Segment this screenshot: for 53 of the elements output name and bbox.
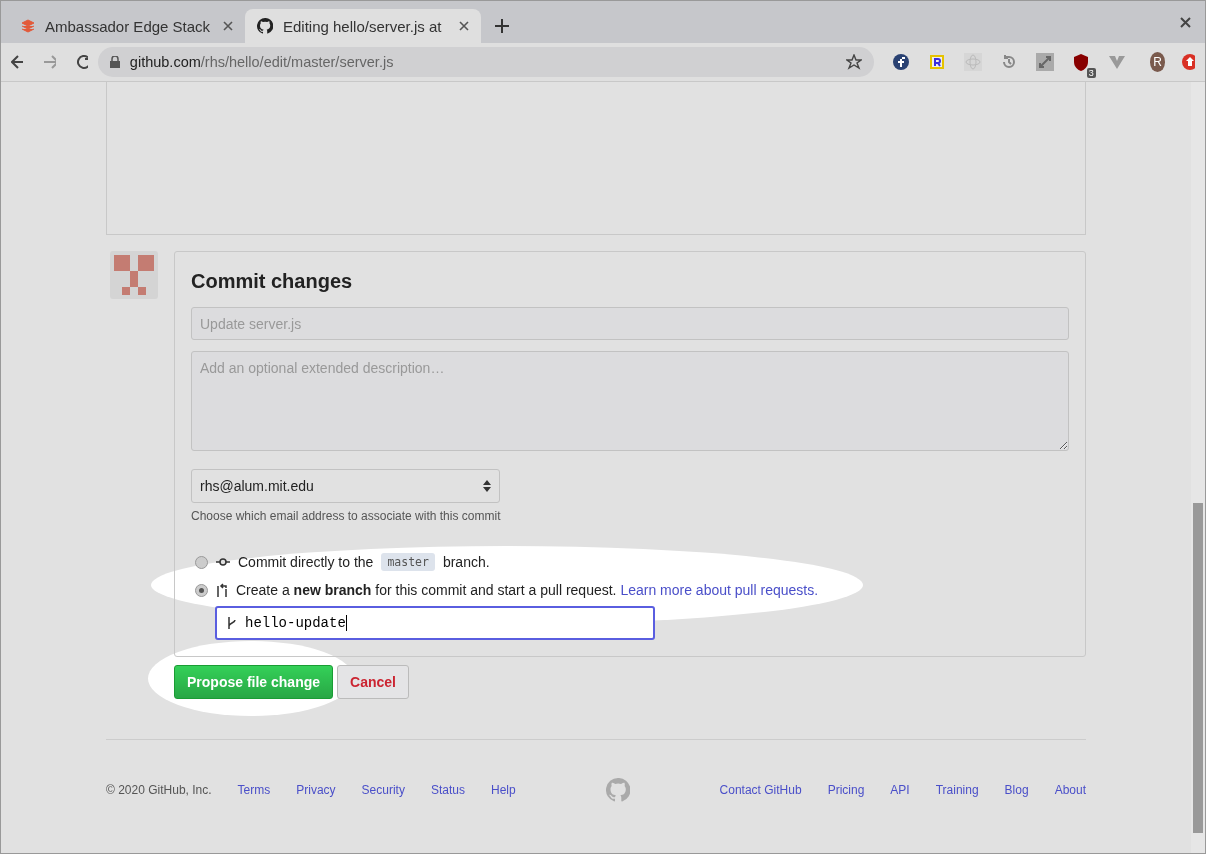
branch-name: master	[381, 553, 435, 571]
star-icon[interactable]	[845, 54, 862, 70]
footer-link[interactable]: Security	[361, 783, 405, 797]
url-text: github.com/rhs/hello/edit/master/server.js	[129, 54, 395, 70]
option-label: Create a new branch for this commit and start a pull request. Learn more about pull requests.	[236, 582, 819, 598]
cancel-button[interactable]: Cancel	[337, 665, 409, 699]
new-tab-icon[interactable]	[495, 19, 509, 33]
expand-icon[interactable]	[1035, 53, 1054, 71]
address-bar[interactable]: github.com/rhs/hello/edit/master/server.js	[97, 47, 874, 77]
radio-button[interactable]	[195, 555, 208, 569]
footer-link[interactable]: Privacy	[296, 783, 336, 797]
profile-avatar[interactable]: R	[1149, 52, 1166, 72]
footer-link[interactable]: API	[890, 783, 910, 797]
branch-field[interactable]: hello-update	[215, 606, 655, 640]
footer-link[interactable]: About	[1054, 783, 1086, 797]
lock-icon	[109, 56, 120, 68]
copyright-text: © 2020 GitHub, Inc.	[106, 783, 212, 797]
pull-request-icon	[216, 583, 228, 597]
footer-link[interactable]: Training	[935, 783, 979, 797]
commit-icon	[216, 558, 230, 566]
footer-link[interactable]: Help	[490, 783, 516, 797]
learn-more-link[interactable]: Learn more about pull requests.	[620, 582, 819, 598]
branch-icon	[227, 616, 237, 630]
update-icon[interactable]	[1181, 53, 1195, 71]
footer-link[interactable]: Contact GitHub	[719, 783, 802, 797]
fedora-icon[interactable]	[891, 53, 910, 71]
github-icon	[257, 18, 273, 34]
cube-stack-icon	[21, 19, 35, 33]
letter-icon[interactable]	[927, 53, 946, 71]
footer-link[interactable]: Status	[430, 783, 465, 797]
footer-link[interactable]: Blog	[1004, 783, 1029, 797]
avatar	[110, 251, 158, 299]
sort-icon	[483, 480, 491, 492]
summary-field[interactable]: Update server.js	[191, 307, 1069, 340]
field-value: hello-update	[245, 615, 347, 631]
back-icon[interactable]	[11, 55, 24, 69]
footer-link[interactable]: Terms	[237, 783, 271, 797]
browser-tab[interactable]: Ambassador Edge Stack	[9, 9, 245, 43]
email-select[interactable]: rhs@alum.mit.edu	[191, 469, 500, 503]
close-icon[interactable]	[1180, 17, 1191, 28]
close-icon[interactable]	[223, 21, 233, 31]
option-label: Commit directly to the	[238, 554, 374, 570]
close-icon[interactable]	[459, 21, 469, 31]
hint-text: Choose which email address to associate with this commit	[191, 509, 502, 523]
footer-link[interactable]: Pricing	[827, 783, 865, 797]
count-badge: 3	[1086, 68, 1096, 78]
browser-tab[interactable]: Editing hello/server.js at	[245, 9, 481, 43]
description-field[interactable]: Add an optional extended description…	[191, 351, 1069, 451]
shield-icon[interactable]	[1071, 53, 1090, 71]
panel-title: Commit changes	[191, 270, 354, 293]
option-label: branch.	[442, 554, 490, 570]
scrollbar[interactable]	[1191, 82, 1205, 853]
reload-icon[interactable]	[75, 54, 88, 70]
